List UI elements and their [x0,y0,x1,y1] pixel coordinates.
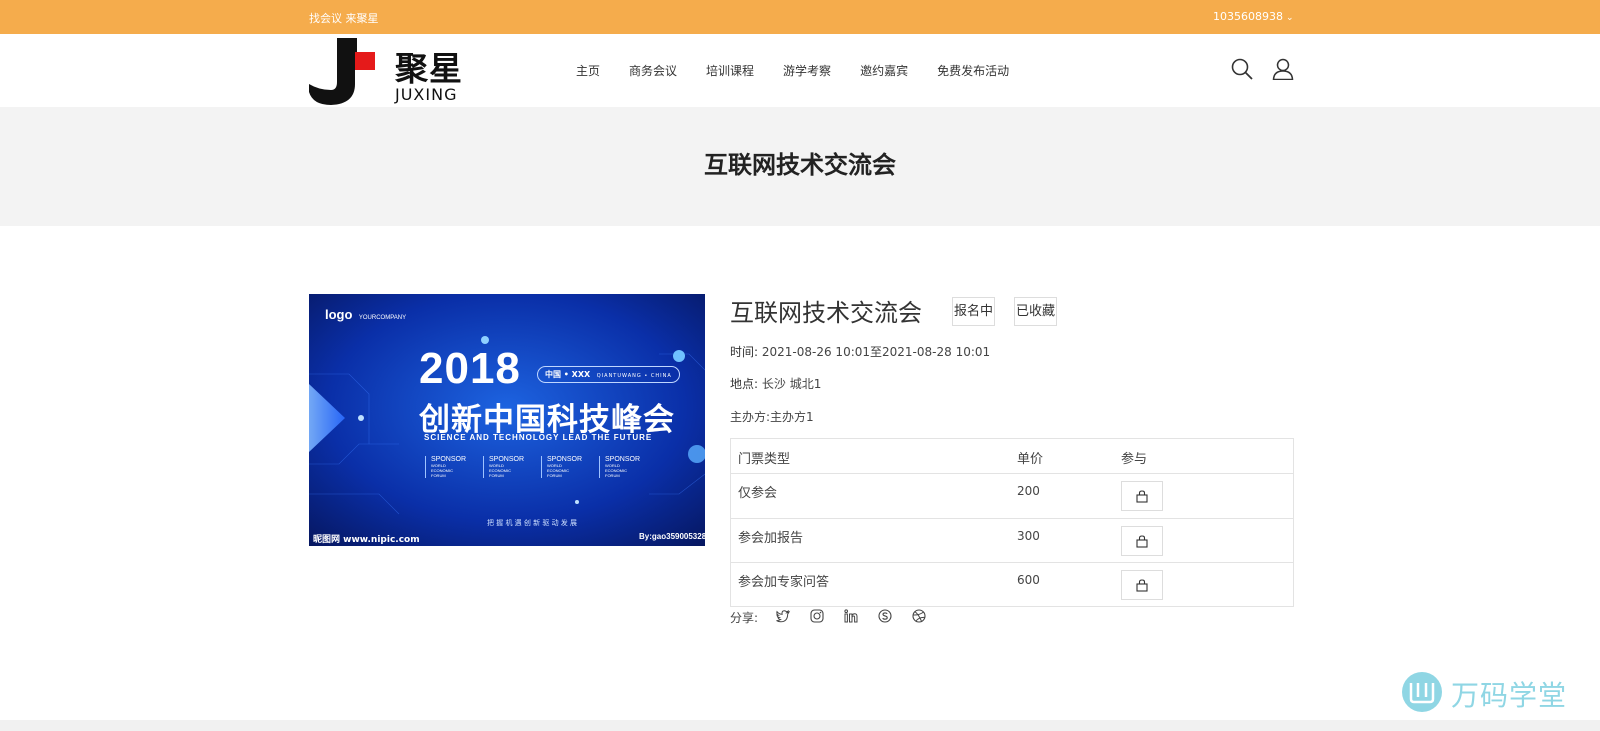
col-header-join: 参与 [1121,452,1148,467]
nav-item-business-meetings[interactable]: 商务会议 [629,62,677,79]
skype-icon[interactable] [877,608,893,624]
ticket-price: 600 [1017,573,1040,587]
buy-ticket-button[interactable] [1121,570,1163,600]
shopping-bag-icon [1136,579,1148,592]
ticket-price: 300 [1017,529,1040,543]
top-slogan: 找会议 来聚星 [309,12,379,25]
nav-item-home[interactable]: 主页 [576,62,600,79]
shopping-bag-icon [1136,490,1148,503]
ticket-price: 200 [1017,484,1040,498]
event-organizer: 主办方:主办方1 [730,410,814,424]
event-title: 互联网技术交流会 [730,299,922,327]
nav-item-study-tour[interactable]: 游学考察 [783,62,831,79]
search-icon[interactable] [1231,58,1253,80]
page-title-band: 互联网技术交流会 [0,107,1600,226]
account-id: 1035608938 [1213,10,1283,23]
ticket-table-header: 门票类型 单价 参与 [731,439,1293,474]
poster-logo: logo YOURCOMPANY [325,307,407,322]
watermark-text: 万码学堂 [1451,679,1568,712]
event-location: 地点: 长沙 城北1 [730,375,821,392]
logo-text-cn: 聚星 [395,49,463,88]
site-logo[interactable]: 聚星 JUXING [309,36,471,106]
account-menu[interactable]: 1035608938 ⌄ [1213,10,1294,23]
table-row: 仅参会 200 [731,474,1293,519]
event-time-label: 时间: [730,345,759,359]
col-header-type: 门票类型 [738,452,791,467]
buy-ticket-button[interactable] [1121,526,1163,556]
share-label: 分享: [730,611,759,625]
status-badge: 报名中 [952,297,996,326]
poster-site: 昵图网 www.nipic.com [313,535,420,545]
ticket-type: 仅参会 [738,486,778,501]
twitter-icon[interactable] [775,608,791,624]
user-icon[interactable] [1272,58,1294,81]
nav-item-invite-guests[interactable]: 邀约嘉宾 [860,62,908,79]
poster-year: 2018 [419,344,521,393]
poster-sponsors: SPONSOR WORLD ECONOMIC FORUM SPONSOR WOR… [425,456,685,486]
logo-text-en: JUXING [395,85,458,104]
watermark-logo-icon [1402,672,1442,712]
top-bar: 找会议 来聚星 1035608938 ⌄ [0,0,1600,34]
main-nav: 主页 商务会议 培训课程 游学考察 邀约嘉宾 免费发布活动 [576,62,1038,79]
ticket-table: 门票类型 单价 参与 仅参会 200 参会加报告 300 参会加专家问答 600 [730,438,1294,607]
buy-ticket-button[interactable] [1121,481,1163,511]
event-time-value: 2021-08-26 10:01至2021-08-28 10:01 [761,345,991,359]
poster-tagline: SCIENCE AND TECHNOLOGY LEAD THE FUTURE [424,433,653,442]
table-row: 参会加报告 300 [731,519,1293,563]
favorite-button[interactable]: 已收藏 [1014,297,1058,326]
table-row: 参会加专家问答 600 [731,563,1293,607]
site-header: 聚星 JUXING 主页 商务会议 培训课程 游学考察 邀约嘉宾 免费发布活动 [0,34,1600,107]
event-location-label: 地点: [730,377,759,391]
poster-credit: By:gao359005328 [639,532,705,541]
ticket-type: 参会加报告 [738,531,804,546]
event-poster-image: logo YOURCOMPANY 2018 中国 • XXX QIANTUWAN… [309,294,705,546]
instagram-icon[interactable] [809,608,825,624]
event-time: 时间: 2021-08-26 10:01至2021-08-28 10:01 [730,343,990,360]
watermark: 万码学堂 [1401,671,1571,713]
nav-item-publish-event[interactable]: 免费发布活动 [937,62,1009,79]
linkedin-icon[interactable] [843,608,859,624]
poster-bottom-slogan: 把 握 机 遇 创 新 驱 动 发 展 [487,519,578,527]
page-title: 互联网技术交流会 [704,151,896,179]
event-location-value: 长沙 城北1 [761,377,822,391]
chevron-down-icon: ⌄ [1286,13,1294,23]
nav-item-training[interactable]: 培训课程 [706,62,754,79]
poster-badge: 中国 • XXX QIANTUWANG • CHINA [537,366,680,383]
shopping-bag-icon [1136,535,1148,548]
footer-strip [0,720,1600,731]
ticket-type: 参会加专家问答 [738,575,830,590]
juxing-logo-mark-icon [309,38,375,105]
col-header-price: 单价 [1017,452,1044,467]
dribbble-icon[interactable] [911,608,927,624]
